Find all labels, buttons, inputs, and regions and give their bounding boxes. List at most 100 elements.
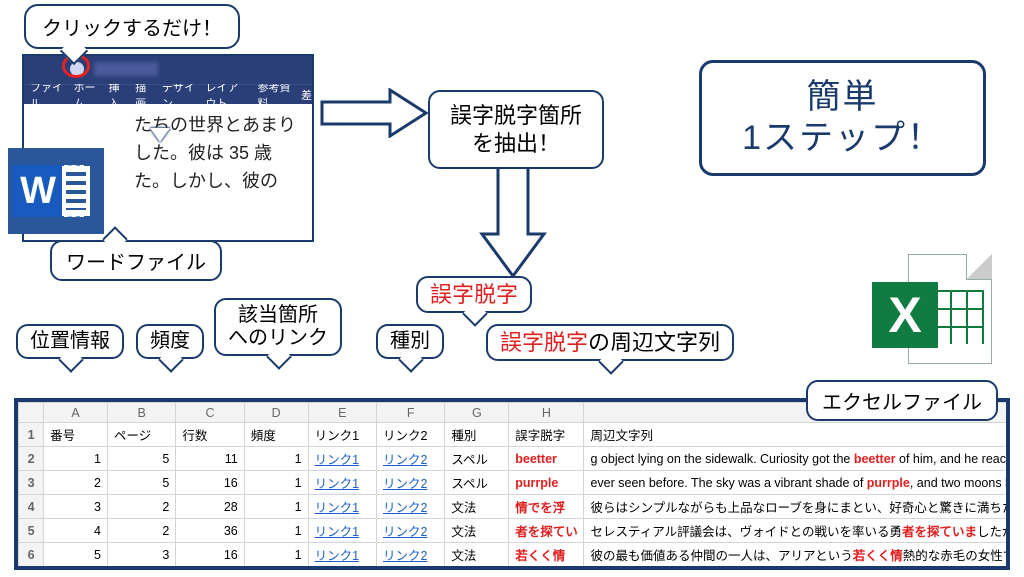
cell-page: 2 [107, 519, 175, 543]
callout-position-text: 位置情報 [30, 330, 110, 352]
cell-line: 12 [176, 567, 244, 571]
cell-link1[interactable]: リンク1 [308, 567, 376, 571]
cell-freq: 1 [244, 519, 308, 543]
ribbon-tab[interactable]: 差 [301, 87, 312, 103]
column-callouts: 位置情報 頻度 該当箇所 へのリンク 種別 誤字脱字 誤字脱字の周辺文字列 [6, 288, 1018, 380]
cell-freq: 1 [244, 543, 308, 567]
cell-kind: スペル [445, 471, 509, 495]
column-letter [19, 403, 44, 423]
header-cell: 頻度 [244, 423, 308, 447]
cell-context: ever seen before. The sky was a vibrant … [584, 471, 1010, 495]
row-number: 2 [19, 447, 44, 471]
table-row: 432281リンク1リンク2文法情でを浮彼らはシンプルながらも上品なローブを身に… [19, 495, 1011, 519]
cell-link2[interactable]: リンク2 [376, 567, 444, 571]
word-icon: W [8, 148, 104, 234]
callout-freq: 頻度 [136, 324, 204, 359]
cell-link2[interactable]: リンク2 [376, 519, 444, 543]
word-file-label: ワードファイル [50, 240, 222, 281]
callout-typo-text: 誤字脱字 [430, 282, 518, 307]
header-cell: ページ [107, 423, 175, 447]
big-line1: 簡単 [742, 77, 943, 118]
row-number: 3 [19, 471, 44, 495]
cell-num: 6 [44, 567, 108, 571]
excel-fold-icon [966, 254, 992, 280]
cell-context: セレスティアル評議会は、ヴォイドとの戦いを率いる勇者を探ていましたが、その使命を… [584, 519, 1010, 543]
cell-line: 28 [176, 495, 244, 519]
cell-typo: beetter [509, 447, 584, 471]
spreadsheet: ABCDEFGHIKLM 1番号ページ行数頻度リンク1リンク2種別誤字脱字周辺文… [14, 398, 1010, 570]
center-line1: 誤字脱字箇所 [450, 102, 582, 130]
click-only-bubble: クリックするだけ！ [24, 4, 240, 49]
callout-context-rest: の周辺文字列 [588, 330, 720, 355]
cell-link1[interactable]: リンク1 [308, 543, 376, 567]
header-cell: 誤字脱字 [509, 423, 584, 447]
header-cell: 番号 [44, 423, 108, 447]
callout-freq-text: 頻度 [150, 330, 190, 352]
cell-link1[interactable]: リンク1 [308, 495, 376, 519]
cell-freq: 1 [244, 447, 308, 471]
row-number: 6 [19, 543, 44, 567]
callout-context-red: 誤字脱字 [500, 330, 588, 355]
cell-link1[interactable]: リンク1 [308, 447, 376, 471]
cell-typo: s i [509, 567, 584, 571]
cell-link2[interactable]: リンク2 [376, 543, 444, 567]
word-icon-letter: W [12, 165, 64, 217]
cell-context: The moment his fingers touched the myste… [584, 567, 1010, 571]
word-file-label-text: ワードファイル [66, 252, 206, 274]
header-row: 1番号ページ行数頻度リンク1リンク2種別誤字脱字周辺文字列 [19, 423, 1011, 447]
column-letter: H [509, 403, 584, 423]
callout-kind-text: 種別 [390, 330, 430, 352]
cell-context: g object lying on the sidewalk. Curiosit… [584, 447, 1010, 471]
cell-link2[interactable]: リンク2 [376, 495, 444, 519]
cell-kind: 文法 [445, 519, 509, 543]
cell-page: 5 [107, 471, 175, 495]
excel-icon-letter: X [872, 282, 938, 348]
header-cell: 周辺文字列 [584, 423, 1010, 447]
cell-link2[interactable]: リンク2 [376, 447, 444, 471]
column-letter: C [176, 403, 244, 423]
big-line2: 1ステップ！ [742, 118, 943, 159]
callout-position: 位置情報 [16, 324, 124, 359]
cell-link1[interactable]: リンク1 [308, 519, 376, 543]
pointer-to-ribbon [150, 128, 170, 142]
click-only-text: クリックするだけ！ [42, 18, 222, 40]
arrow-right-icon [320, 88, 430, 138]
row-number: 7 [19, 567, 44, 571]
header-cell: 行数 [176, 423, 244, 447]
row-number: 5 [19, 519, 44, 543]
cell-kind: 文法 [445, 543, 509, 567]
table-row: 215111リンク1リンク2スペルbeetterg object lying o… [19, 447, 1011, 471]
callout-context: 誤字脱字の周辺文字列 [486, 324, 734, 361]
cell-num: 5 [44, 543, 108, 567]
cell-line: 16 [176, 543, 244, 567]
cell-typo: purrple [509, 471, 584, 495]
word-icon-lines [66, 172, 86, 210]
word-body-line: した。彼は 35 歳 [134, 140, 298, 168]
callout-typo: 誤字脱字 [416, 276, 532, 313]
header-cell: リンク2 [376, 423, 444, 447]
excel-file-label-text: エクセルファイル [822, 392, 982, 414]
cell-typo: 者を探てい [509, 519, 584, 543]
row-number: 1 [19, 423, 44, 447]
callout-link-line2: へのリンク [228, 327, 328, 350]
cell-page: 5 [107, 447, 175, 471]
table-row: 653161リンク1リンク2文法若くく情彼の最も価値ある仲間の一人は、アリアとい… [19, 543, 1011, 567]
column-letter: D [244, 403, 308, 423]
excel-file-label: エクセルファイル [806, 380, 998, 421]
column-letter: A [44, 403, 108, 423]
cell-num: 3 [44, 495, 108, 519]
header-cell: 種別 [445, 423, 509, 447]
column-letter: E [308, 403, 376, 423]
cell-link2[interactable]: リンク2 [376, 471, 444, 495]
word-ribbon: ファイル ホーム 挿入 描画 デザイン レイアウト 参考資料 差 [24, 84, 312, 104]
cell-typo: 若くく情 [509, 543, 584, 567]
cell-page: 5 [107, 567, 175, 571]
cell-num: 2 [44, 471, 108, 495]
cell-kind: スペル [445, 447, 509, 471]
table-row: 325161リンク1リンク2スペルpurrpleever seen before… [19, 471, 1011, 495]
cell-page: 3 [107, 543, 175, 567]
cell-context: 彼らはシンプルながらも上品なローブを身にまとい、好奇心と驚きに満ちた表情でを浮か… [584, 495, 1010, 519]
easy-one-step-bubble: 簡単 1ステップ！ [699, 60, 986, 176]
cell-link1[interactable]: リンク1 [308, 471, 376, 495]
title-blur [94, 62, 158, 76]
